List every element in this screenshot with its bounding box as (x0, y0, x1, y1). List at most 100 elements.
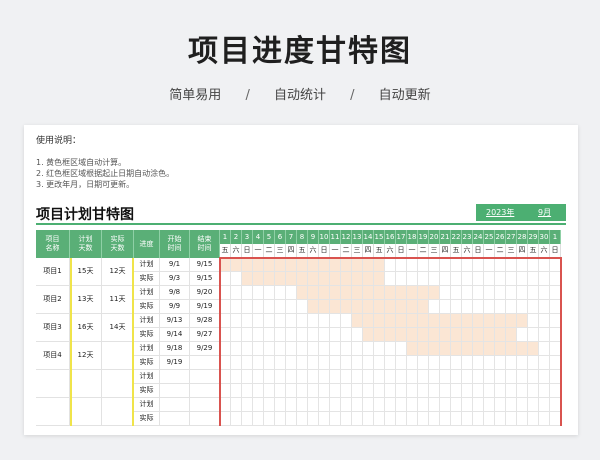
gantt-cell[interactable] (407, 398, 418, 412)
gantt-cell[interactable] (418, 384, 429, 398)
gantt-cell[interactable] (517, 398, 528, 412)
gantt-cell[interactable] (297, 356, 308, 370)
gantt-cell[interactable] (462, 300, 473, 314)
gantt-cell[interactable] (264, 412, 275, 426)
gantt-cell[interactable] (473, 356, 484, 370)
gantt-cell[interactable] (308, 328, 319, 342)
gantt-cell[interactable] (341, 300, 352, 314)
project-name[interactable]: 项目3 (36, 314, 70, 342)
gantt-cell[interactable] (473, 314, 484, 328)
gantt-cell[interactable] (275, 342, 286, 356)
gantt-cell[interactable] (517, 384, 528, 398)
gantt-cell[interactable] (517, 314, 528, 328)
gantt-cell[interactable] (242, 300, 253, 314)
gantt-cell[interactable] (440, 286, 451, 300)
gantt-cell[interactable] (528, 328, 539, 342)
end-date[interactable] (190, 384, 220, 398)
gantt-cell[interactable] (286, 384, 297, 398)
gantt-cell[interactable] (352, 314, 363, 328)
gantt-cell[interactable] (429, 370, 440, 384)
gantt-cell[interactable] (418, 272, 429, 286)
end-date[interactable]: 9/15 (190, 258, 220, 272)
gantt-cell[interactable] (407, 272, 418, 286)
gantt-cell[interactable] (363, 342, 374, 356)
gantt-cell[interactable] (462, 272, 473, 286)
gantt-cell[interactable] (484, 384, 495, 398)
gantt-cell[interactable] (396, 300, 407, 314)
gantt-cell[interactable] (462, 314, 473, 328)
actual-days[interactable] (102, 342, 134, 370)
gantt-cell[interactable] (231, 356, 242, 370)
project-name[interactable]: 项目2 (36, 286, 70, 314)
gantt-cell[interactable] (242, 398, 253, 412)
gantt-cell[interactable] (242, 384, 253, 398)
end-date[interactable]: 9/15 (190, 272, 220, 286)
gantt-cell[interactable] (462, 384, 473, 398)
actual-days[interactable] (102, 398, 134, 426)
gantt-cell[interactable] (220, 370, 231, 384)
gantt-cell[interactable] (451, 314, 462, 328)
gantt-cell[interactable] (440, 314, 451, 328)
gantt-cell[interactable] (539, 398, 550, 412)
gantt-cell[interactable] (429, 300, 440, 314)
gantt-cell[interactable] (385, 370, 396, 384)
gantt-cell[interactable] (462, 328, 473, 342)
end-date[interactable]: 9/28 (190, 314, 220, 328)
gantt-cell[interactable] (374, 286, 385, 300)
gantt-cell[interactable] (286, 286, 297, 300)
gantt-cell[interactable] (220, 272, 231, 286)
gantt-cell[interactable] (396, 412, 407, 426)
gantt-cell[interactable] (253, 384, 264, 398)
gantt-cell[interactable] (407, 258, 418, 272)
gantt-cell[interactable] (242, 286, 253, 300)
gantt-cell[interactable] (220, 342, 231, 356)
gantt-cell[interactable] (495, 300, 506, 314)
gantt-cell[interactable] (418, 342, 429, 356)
gantt-cell[interactable] (451, 272, 462, 286)
gantt-cell[interactable] (242, 342, 253, 356)
gantt-cell[interactable] (418, 328, 429, 342)
gantt-cell[interactable] (418, 370, 429, 384)
gantt-cell[interactable] (275, 258, 286, 272)
gantt-cell[interactable] (528, 370, 539, 384)
gantt-cell[interactable] (297, 314, 308, 328)
gantt-cell[interactable] (539, 328, 550, 342)
gantt-cell[interactable] (297, 258, 308, 272)
gantt-cell[interactable] (429, 398, 440, 412)
gantt-cell[interactable] (330, 258, 341, 272)
gantt-cell[interactable] (319, 328, 330, 342)
gantt-cell[interactable] (231, 342, 242, 356)
gantt-cell[interactable] (341, 258, 352, 272)
gantt-cell[interactable] (484, 286, 495, 300)
actual-days[interactable]: 12天 (102, 258, 134, 286)
start-date[interactable]: 9/9 (160, 300, 190, 314)
gantt-cell[interactable] (407, 370, 418, 384)
gantt-cell[interactable] (253, 286, 264, 300)
gantt-cell[interactable] (506, 300, 517, 314)
gantt-cell[interactable] (396, 314, 407, 328)
planned-days[interactable]: 12天 (70, 342, 102, 370)
gantt-cell[interactable] (297, 328, 308, 342)
project-name[interactable]: 项目1 (36, 258, 70, 286)
start-date[interactable]: 9/19 (160, 356, 190, 370)
gantt-cell[interactable] (253, 300, 264, 314)
gantt-cell[interactable] (385, 300, 396, 314)
gantt-cell[interactable] (374, 370, 385, 384)
gantt-cell[interactable] (363, 314, 374, 328)
gantt-cell[interactable] (473, 300, 484, 314)
gantt-cell[interactable] (495, 286, 506, 300)
gantt-cell[interactable] (385, 328, 396, 342)
project-name[interactable]: 项目4 (36, 342, 70, 370)
gantt-cell[interactable] (319, 370, 330, 384)
gantt-cell[interactable] (264, 328, 275, 342)
gantt-cell[interactable] (539, 314, 550, 328)
gantt-cell[interactable] (506, 370, 517, 384)
gantt-cell[interactable] (319, 314, 330, 328)
gantt-cell[interactable] (286, 412, 297, 426)
gantt-cell[interactable] (495, 398, 506, 412)
gantt-cell[interactable] (539, 258, 550, 272)
gantt-cell[interactable] (407, 412, 418, 426)
gantt-cell[interactable] (253, 356, 264, 370)
gantt-cell[interactable] (308, 286, 319, 300)
actual-days[interactable]: 11天 (102, 286, 134, 314)
